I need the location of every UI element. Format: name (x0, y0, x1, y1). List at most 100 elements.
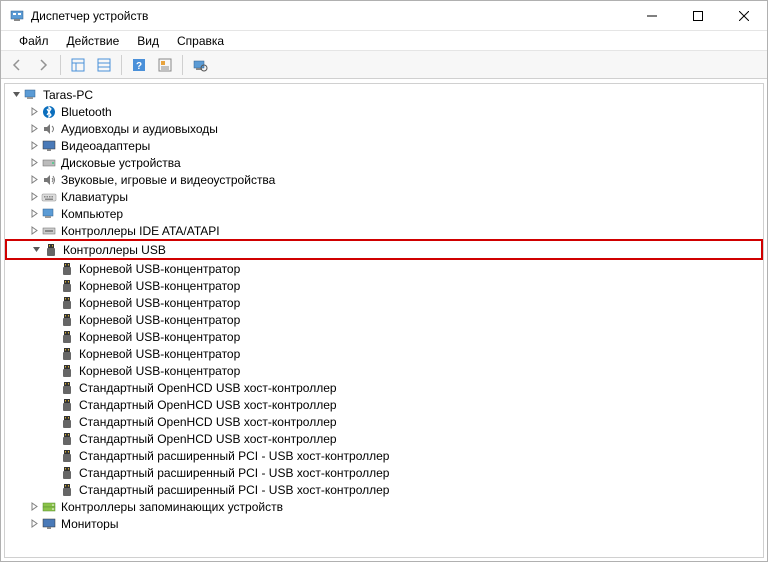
expand-icon[interactable] (27, 173, 41, 187)
tree-node[interactable]: Корневой USB-концентратор (5, 294, 763, 311)
expand-icon[interactable] (27, 105, 41, 119)
tree-node[interactable]: Стандартный расширенный PCI - USB хост-к… (5, 481, 763, 498)
usb-icon (59, 380, 75, 396)
tree-node[interactable]: Дисковые устройства (5, 154, 763, 171)
tree-node[interactable]: Аудиовходы и аудиовыходы (5, 120, 763, 137)
help-button[interactable]: ? (127, 53, 151, 77)
monitor-icon (41, 516, 57, 532)
tree-node-label: Мониторы (61, 517, 118, 531)
usb-icon (59, 431, 75, 447)
tree-node-label: Корневой USB-концентратор (79, 347, 240, 361)
menubar: Файл Действие Вид Справка (1, 31, 767, 51)
tree-node[interactable]: Контроллеры USB (7, 241, 761, 258)
expand-icon[interactable] (27, 156, 41, 170)
tree-node[interactable]: Контроллеры IDE ATA/ATAPI (5, 222, 763, 239)
tree-node[interactable]: Bluetooth (5, 103, 763, 120)
menu-view[interactable]: Вид (129, 32, 167, 50)
usb-icon (59, 363, 75, 379)
tree-node-label: Стандартный OpenHCD USB хост-контроллер (79, 398, 337, 412)
menu-help[interactable]: Справка (169, 32, 232, 50)
tree-node[interactable]: Стандартный расширенный PCI - USB хост-к… (5, 464, 763, 481)
usb-icon (59, 448, 75, 464)
expander-spacer (45, 347, 59, 361)
menu-file[interactable]: Файл (11, 32, 57, 50)
tree-node-label: Стандартный расширенный PCI - USB хост-к… (79, 483, 389, 497)
details-button[interactable] (92, 53, 116, 77)
highlighted-category: Контроллеры USB (5, 239, 763, 260)
device-tree[interactable]: Taras-PC BluetoothАудиовходы и аудиовыход… (4, 83, 764, 558)
toolbar-divider (60, 55, 61, 75)
tree-node[interactable]: Стандартный OpenHCD USB хост-контроллер (5, 396, 763, 413)
tree-node[interactable]: Корневой USB-концентратор (5, 362, 763, 379)
forward-button[interactable] (31, 53, 55, 77)
scan-hardware-button[interactable] (188, 53, 212, 77)
expand-icon[interactable] (27, 500, 41, 514)
content-area: Taras-PC BluetoothАудиовходы и аудиовыход… (1, 79, 767, 561)
menu-action[interactable]: Действие (59, 32, 128, 50)
minimize-button[interactable] (629, 1, 675, 30)
expander-spacer (45, 398, 59, 412)
toolbar-divider-3 (182, 55, 183, 75)
tree-node-label: Стандартный OpenHCD USB хост-контроллер (79, 381, 337, 395)
tree-node[interactable]: Стандартный расширенный PCI - USB хост-к… (5, 447, 763, 464)
tree-node-label: Bluetooth (61, 105, 112, 119)
properties-button[interactable] (153, 53, 177, 77)
tree-node-label: Taras-PC (43, 88, 93, 102)
window-title: Диспетчер устройств (31, 9, 629, 23)
tree-node[interactable]: Корневой USB-концентратор (5, 328, 763, 345)
tree-node[interactable]: Компьютер (5, 205, 763, 222)
show-hidden-button[interactable] (66, 53, 90, 77)
app-icon (9, 8, 25, 24)
close-button[interactable] (721, 1, 767, 30)
tree-node[interactable]: Корневой USB-концентратор (5, 260, 763, 277)
tree-node[interactable]: Стандартный OpenHCD USB хост-контроллер (5, 379, 763, 396)
expand-icon[interactable] (27, 139, 41, 153)
tree-node[interactable]: Контроллеры запоминающих устройств (5, 498, 763, 515)
expand-icon[interactable] (27, 224, 41, 238)
expander-spacer (45, 262, 59, 276)
expand-icon[interactable] (27, 207, 41, 221)
usb-icon (59, 278, 75, 294)
expander-spacer (45, 313, 59, 327)
tree-node-label: Стандартный OpenHCD USB хост-контроллер (79, 415, 337, 429)
expand-icon[interactable] (27, 122, 41, 136)
tree-node-label: Корневой USB-концентратор (79, 262, 240, 276)
tree-node-label: Стандартный OpenHCD USB хост-контроллер (79, 432, 337, 446)
tree-node-label: Корневой USB-концентратор (79, 364, 240, 378)
tree-node[interactable]: Видеоадаптеры (5, 137, 763, 154)
tree-node[interactable]: Клавиатуры (5, 188, 763, 205)
expand-icon[interactable] (27, 190, 41, 204)
tree-node-label: Контроллеры IDE ATA/ATAPI (61, 224, 220, 238)
usb-icon (59, 414, 75, 430)
usb-icon (59, 329, 75, 345)
back-button[interactable] (5, 53, 29, 77)
collapse-icon[interactable] (9, 88, 23, 102)
usb-icon (59, 295, 75, 311)
tree-node-label: Звуковые, игровые и видеоустройства (61, 173, 275, 187)
collapse-icon[interactable] (29, 243, 43, 257)
tree-node[interactable]: Мониторы (5, 515, 763, 532)
tree-node[interactable]: Стандартный OpenHCD USB хост-контроллер (5, 413, 763, 430)
toolbar: ? (1, 51, 767, 79)
tree-node-label: Стандартный расширенный PCI - USB хост-к… (79, 466, 389, 480)
expand-icon[interactable] (27, 517, 41, 531)
svg-text:?: ? (136, 61, 142, 72)
tree-node[interactable]: Звуковые, игровые и видеоустройства (5, 171, 763, 188)
expander-spacer (45, 381, 59, 395)
expander-spacer (45, 449, 59, 463)
usb-icon (59, 346, 75, 362)
bluetooth-icon (41, 104, 57, 120)
maximize-button[interactable] (675, 1, 721, 30)
tree-node[interactable]: Корневой USB-концентратор (5, 311, 763, 328)
tree-node[interactable]: Корневой USB-концентратор (5, 345, 763, 362)
ide-icon (41, 223, 57, 239)
tree-node-label: Компьютер (61, 207, 123, 221)
tree-node[interactable]: Taras-PC (5, 86, 763, 103)
tree-node[interactable]: Стандартный OpenHCD USB хост-контроллер (5, 430, 763, 447)
tree-node-label: Корневой USB-концентратор (79, 313, 240, 327)
tree-node[interactable]: Корневой USB-концентратор (5, 277, 763, 294)
expander-spacer (45, 364, 59, 378)
tree-node-label: Корневой USB-концентратор (79, 330, 240, 344)
tree-node-label: Стандартный расширенный PCI - USB хост-к… (79, 449, 389, 463)
expander-spacer (45, 466, 59, 480)
